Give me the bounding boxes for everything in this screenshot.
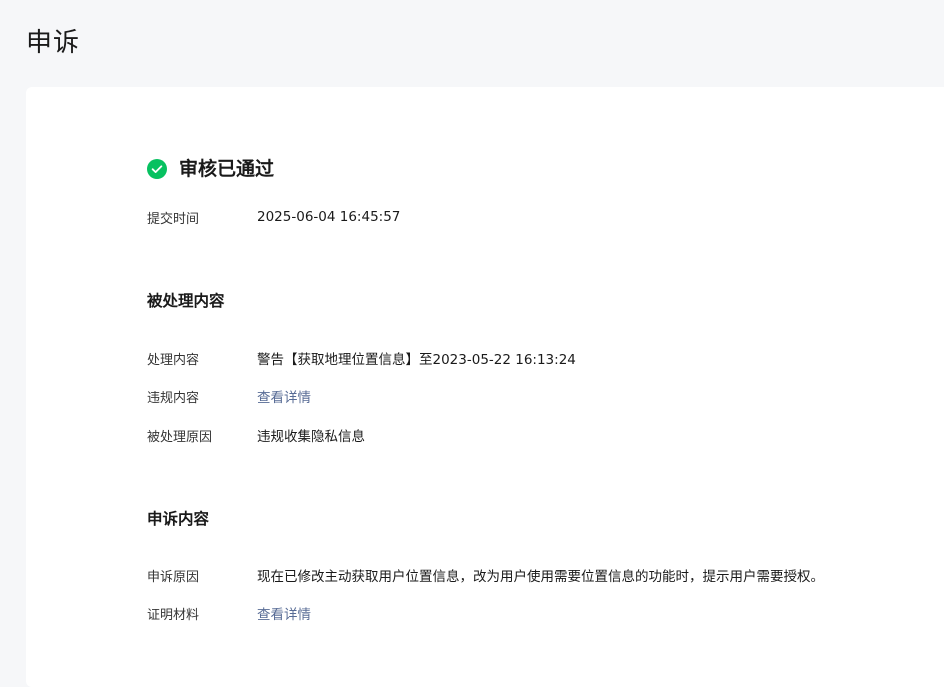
proof-material-label: 证明材料 [147,607,200,623]
process-content-row: 处理内容 警告【获取地理位置信息】至2023-05-22 16:13:24 [147,348,576,368]
check-circle-icon [147,159,167,179]
proof-material-row: 证明材料 查看详情 [147,603,311,623]
process-reason-value: 违规收集隐私信息 [257,429,365,445]
appeal-reason-value: 现在已修改主动获取用户位置信息，改为用户使用需要位置信息的功能时，提示用户需要授… [257,569,824,585]
process-reason-label: 被处理原因 [147,429,213,445]
violation-content-label: 违规内容 [147,390,200,406]
submit-time-value: 2025-06-04 16:45:57 [257,209,401,225]
page-title: 申诉 [26,28,81,58]
submit-time-label: 提交时间 [147,211,200,227]
violation-details-link[interactable]: 查看详情 [257,386,311,406]
process-reason-row: 被处理原因 违规收集隐私信息 [147,425,365,445]
submit-time-row: 提交时间 2025-06-04 16:45:57 [147,207,400,227]
proof-details-link[interactable]: 查看详情 [257,603,311,623]
violation-content-row: 违规内容 查看详情 [147,386,311,406]
status-row: 审核已通过 [147,156,274,182]
processed-section-title: 被处理内容 [147,292,225,310]
appeal-detail-card: 审核已通过 提交时间 2025-06-04 16:45:57 被处理内容 处理内… [26,87,944,687]
appeal-reason-row: 申诉原因 现在已修改主动获取用户位置信息，改为用户使用需要位置信息的功能时，提示… [147,565,824,585]
status-text: 审核已通过 [179,158,275,180]
appeal-section-title: 申诉内容 [147,510,210,528]
process-content-value: 警告【获取地理位置信息】至2023-05-22 16:13:24 [257,352,576,368]
appeal-reason-label: 申诉原因 [147,569,200,585]
process-content-label: 处理内容 [147,352,200,368]
